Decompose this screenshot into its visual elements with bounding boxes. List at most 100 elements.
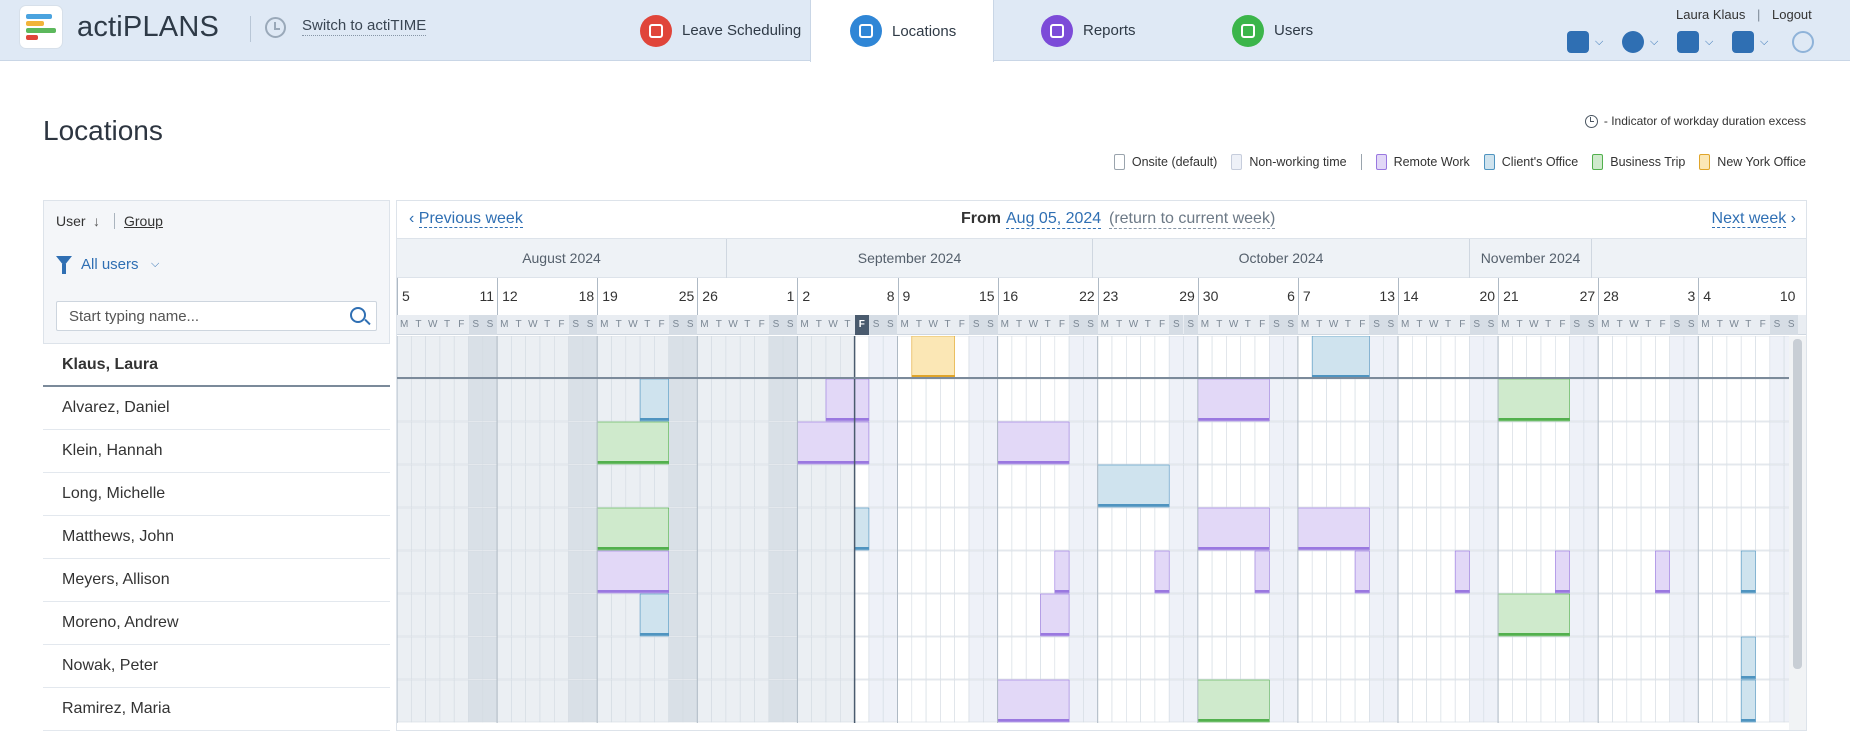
- user-row-moreno-andrew[interactable]: Moreno, Andrew: [43, 602, 390, 645]
- user-row-nowak-peter[interactable]: Nowak, Peter: [43, 645, 390, 688]
- user-search-input[interactable]: [57, 302, 327, 330]
- day-cell: [482, 464, 498, 508]
- location-block-business-trip[interactable]: [1497, 593, 1570, 637]
- chevron-down-icon[interactable]: ⌵: [151, 258, 159, 271]
- day-label: F: [1559, 319, 1566, 330]
- switch-product-icon[interactable]: [265, 17, 286, 38]
- sort-arrow-down-icon[interactable]: ↓: [93, 213, 100, 229]
- location-block-remote-work[interactable]: [1297, 507, 1370, 551]
- scrollbar-thumb[interactable]: [1793, 339, 1802, 669]
- user-row-matthews-john[interactable]: Matthews, John: [43, 516, 390, 559]
- day-cell: [1483, 679, 1499, 723]
- vertical-scrollbar[interactable]: [1789, 336, 1806, 730]
- day-label: F: [958, 319, 965, 330]
- day-cell: [1140, 421, 1156, 465]
- location-block-client-s-office[interactable]: [854, 507, 870, 551]
- location-block-remote-work[interactable]: [1054, 550, 1070, 594]
- day-cell: [582, 336, 598, 379]
- tab-reports[interactable]: Reports: [1041, 0, 1181, 61]
- help-menu-button[interactable]: ⌵: [1732, 31, 1768, 53]
- search-icon[interactable]: [350, 307, 366, 323]
- integrations-menu-button[interactable]: ⌵: [1677, 31, 1713, 53]
- user-row-alvarez-daniel[interactable]: Alvarez, Daniel: [43, 387, 390, 430]
- day-cell: [668, 464, 684, 508]
- location-block-business-trip[interactable]: [1197, 679, 1270, 723]
- return-to-current-week-link[interactable]: (return to current week): [1109, 210, 1276, 229]
- location-block-remote-work[interactable]: [1454, 550, 1470, 594]
- tips-button[interactable]: [1792, 31, 1814, 53]
- location-block-remote-work[interactable]: [1555, 550, 1570, 594]
- tab-users[interactable]: Users: [1232, 0, 1342, 61]
- tab-leave-scheduling[interactable]: Leave Scheduling: [640, 0, 811, 61]
- day-cell: [1111, 507, 1127, 551]
- day-cell: [882, 550, 898, 594]
- location-block-client-s-office[interactable]: [639, 378, 670, 422]
- logout-link[interactable]: Logout: [1772, 7, 1812, 22]
- day-cell: [453, 336, 469, 379]
- location-block-new-york-office[interactable]: [911, 336, 955, 379]
- day-cell: [1140, 679, 1156, 723]
- week-header: 26 1: [697, 278, 797, 315]
- location-block-remote-work[interactable]: [1154, 550, 1170, 594]
- user-row-long-michelle[interactable]: Long, Michelle: [43, 473, 390, 516]
- location-block-remote-work[interactable]: [997, 421, 1070, 465]
- location-block-client-s-office[interactable]: [1740, 679, 1756, 723]
- tab-locations[interactable]: Locations: [810, 0, 994, 62]
- current-user-name[interactable]: Laura Klaus: [1676, 7, 1745, 22]
- calendar-menu-button[interactable]: ⌵: [1567, 31, 1603, 53]
- location-block-business-trip[interactable]: [1497, 378, 1570, 422]
- filter-icon[interactable]: [56, 256, 72, 274]
- day-label: S: [1784, 315, 1799, 335]
- location-block-remote-work[interactable]: [1197, 378, 1270, 422]
- user-row-ramirez-maria[interactable]: Ramirez, Maria: [43, 688, 390, 731]
- user-row-klein-hannah[interactable]: Klein, Hannah: [43, 430, 390, 473]
- location-block-remote-work[interactable]: [825, 378, 870, 422]
- actiplans-logo-icon[interactable]: [20, 6, 62, 48]
- day-cell: [1483, 507, 1499, 551]
- location-block-remote-work[interactable]: [1040, 593, 1070, 637]
- leave-scheduling-icon: [640, 14, 672, 47]
- location-block-remote-work[interactable]: [1197, 507, 1270, 551]
- day-cell: [1640, 336, 1656, 379]
- day-label: S: [683, 315, 698, 335]
- sort-by-user-button[interactable]: User: [56, 213, 86, 229]
- day-cell: [1297, 636, 1313, 680]
- location-block-client-s-office[interactable]: [1740, 550, 1756, 594]
- day-cell: [1254, 593, 1270, 637]
- location-block-business-trip[interactable]: [596, 507, 669, 551]
- day-cell: [768, 378, 784, 422]
- location-block-remote-work[interactable]: [797, 421, 870, 465]
- day-label: T: [1745, 319, 1752, 330]
- location-block-remote-work[interactable]: [1655, 550, 1671, 594]
- day-cell: [1440, 593, 1456, 637]
- switch-to-actitime-link[interactable]: Switch to actiTIME: [302, 17, 427, 36]
- user-row-meyers-allison[interactable]: Meyers, Allison: [43, 559, 390, 602]
- location-block-client-s-office[interactable]: [1740, 636, 1756, 680]
- day-cell: [1268, 421, 1284, 465]
- day-cell: [782, 593, 798, 637]
- location-block-underline: [1197, 719, 1270, 722]
- location-block-remote-work[interactable]: [1354, 550, 1370, 594]
- settings-menu-button[interactable]: ⌵: [1622, 31, 1658, 53]
- location-block-remote-work[interactable]: [596, 550, 669, 594]
- user-row-klaus-laura[interactable]: Klaus, Laura: [43, 344, 390, 387]
- location-block-client-s-office[interactable]: [1097, 464, 1170, 508]
- day-cell: [911, 593, 927, 637]
- day-cell: [582, 421, 598, 465]
- from-date-picker[interactable]: Aug 05, 2024: [1006, 210, 1102, 229]
- day-cell: [496, 507, 512, 551]
- sort-by-group-link[interactable]: Group: [124, 213, 163, 229]
- brand-name[interactable]: actiPLANS: [77, 11, 219, 44]
- user-filter-dropdown[interactable]: All users: [81, 256, 139, 273]
- location-grid[interactable]: [397, 336, 1791, 731]
- previous-week-button[interactable]: ‹ Previous week: [409, 210, 523, 228]
- day-cell: [1655, 378, 1671, 422]
- day-cell: [868, 679, 884, 723]
- next-week-button[interactable]: Next week ›: [1711, 210, 1796, 228]
- location-block-remote-work[interactable]: [1254, 550, 1270, 594]
- day-cell: [1726, 421, 1742, 465]
- location-block-client-s-office[interactable]: [1311, 336, 1370, 379]
- location-block-client-s-office[interactable]: [639, 593, 670, 637]
- location-block-remote-work[interactable]: [997, 679, 1070, 723]
- location-block-business-trip[interactable]: [596, 421, 669, 465]
